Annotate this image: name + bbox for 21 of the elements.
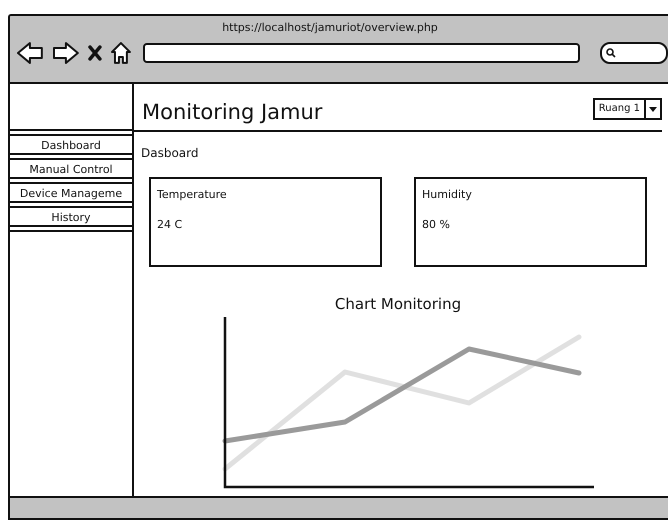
page-title: Monitoring Jamur [142, 99, 322, 124]
card-value: 24 C [157, 218, 184, 231]
close-icon[interactable] [88, 45, 102, 61]
home-icon[interactable] [110, 41, 132, 65]
sidebar-item[interactable]: Device Manageme [10, 182, 134, 203]
search-field[interactable] [600, 42, 668, 64]
back-arrow-icon[interactable] [16, 42, 44, 64]
forward-arrow-icon[interactable] [52, 42, 80, 64]
section-heading: Dasboard [141, 146, 200, 160]
sidebar-item[interactable]: Manual Control [10, 158, 134, 179]
sidebar-item[interactable]: History [10, 206, 134, 227]
url-text: https://localhost/jamuriot/overview.php [221, 20, 439, 36]
chart-title: Chart Monitoring [334, 295, 462, 313]
address-bar[interactable] [143, 43, 580, 63]
room-dropdown[interactable]: Ruang 1 [592, 98, 662, 120]
card-label: Humidity [422, 188, 473, 201]
card-label: Temperature [157, 188, 228, 201]
caret-icon [649, 107, 657, 112]
card-value: 80 % [422, 218, 451, 231]
sidebar-item[interactable]: Dashboard [10, 134, 134, 155]
search-icon [606, 48, 616, 58]
